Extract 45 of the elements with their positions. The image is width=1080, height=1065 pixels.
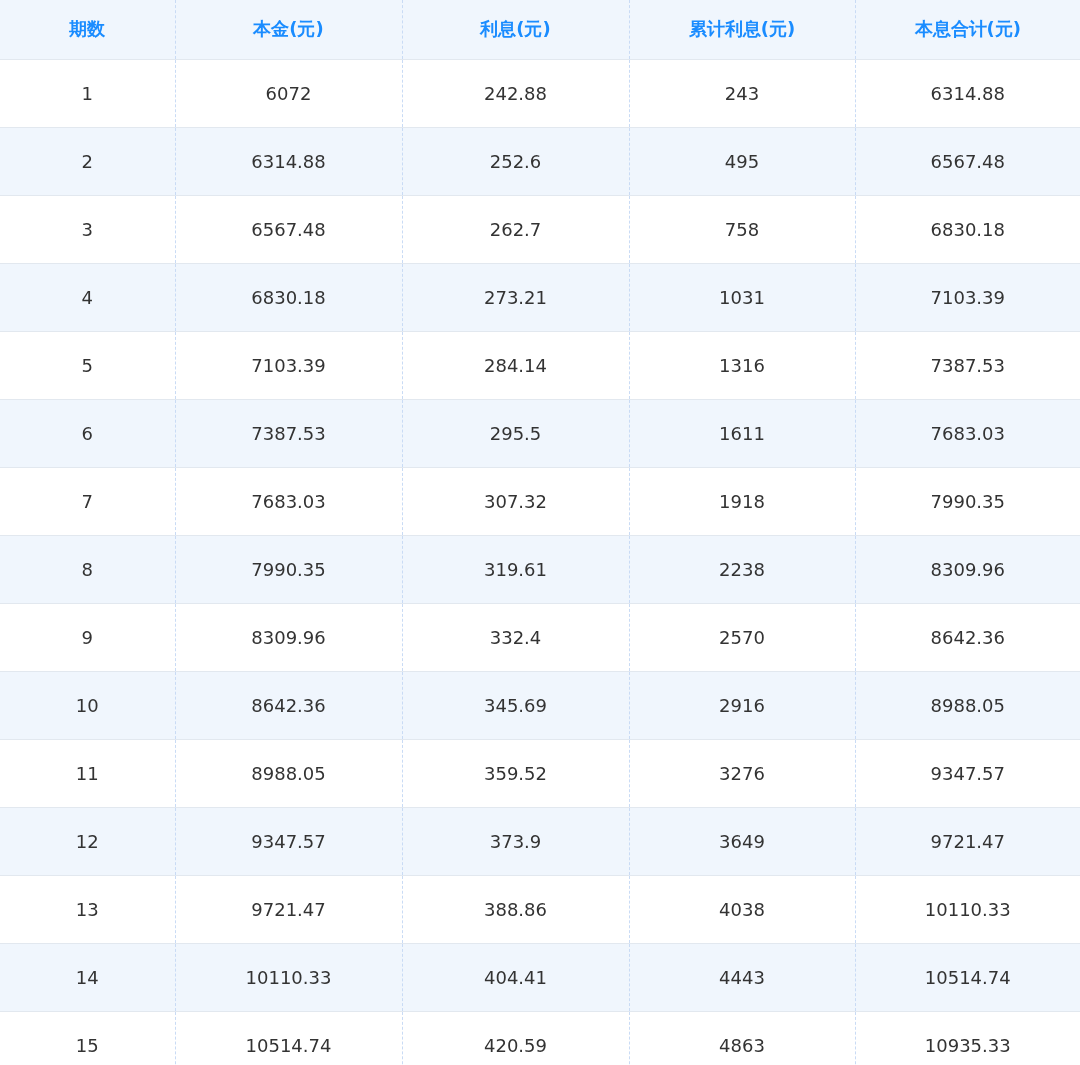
table-cell: 1611: [629, 399, 855, 467]
table-cell: 4: [0, 263, 175, 331]
table-cell: 495: [629, 127, 855, 195]
table-cell: 10514.74: [855, 943, 1080, 1011]
table-cell: 404.41: [402, 943, 629, 1011]
table-cell: 10110.33: [175, 943, 402, 1011]
column-header: 期数: [0, 0, 175, 59]
table-cell: 252.6: [402, 127, 629, 195]
column-header: 利息(元): [402, 0, 629, 59]
table-cell: 7683.03: [855, 399, 1080, 467]
table-cell: 373.9: [402, 807, 629, 875]
column-header: 累计利息(元): [629, 0, 855, 59]
table-cell: 1031: [629, 263, 855, 331]
table-cell: 10514.74: [175, 1011, 402, 1065]
column-header: 本息合计(元): [855, 0, 1080, 59]
table-cell: 6830.18: [175, 263, 402, 331]
table-cell: 8642.36: [175, 671, 402, 739]
table-cell: 6567.48: [855, 127, 1080, 195]
table-cell: 7990.35: [175, 535, 402, 603]
table-cell: 3649: [629, 807, 855, 875]
table-cell: 2916: [629, 671, 855, 739]
table-cell: 7387.53: [175, 399, 402, 467]
table-cell: 15: [0, 1011, 175, 1065]
table-cell: 9721.47: [855, 807, 1080, 875]
table-cell: 6: [0, 399, 175, 467]
table-cell: 9347.57: [175, 807, 402, 875]
table-cell: 273.21: [402, 263, 629, 331]
column-header: 本金(元): [175, 0, 402, 59]
table-cell: 8988.05: [855, 671, 1080, 739]
table-cell: 319.61: [402, 535, 629, 603]
table-cell: 12: [0, 807, 175, 875]
table-cell: 6314.88: [175, 127, 402, 195]
table-cell: 2238: [629, 535, 855, 603]
table-cell: 7103.39: [855, 263, 1080, 331]
table-cell: 345.69: [402, 671, 629, 739]
table-cell: 4443: [629, 943, 855, 1011]
table-cell: 420.59: [402, 1011, 629, 1065]
table-cell: 10: [0, 671, 175, 739]
table-cell: 4863: [629, 1011, 855, 1065]
table-cell: 295.5: [402, 399, 629, 467]
table-cell: 10935.33: [855, 1011, 1080, 1065]
table-cell: 8: [0, 535, 175, 603]
table-cell: 14: [0, 943, 175, 1011]
table-cell: 2: [0, 127, 175, 195]
table-cell: 8309.96: [855, 535, 1080, 603]
